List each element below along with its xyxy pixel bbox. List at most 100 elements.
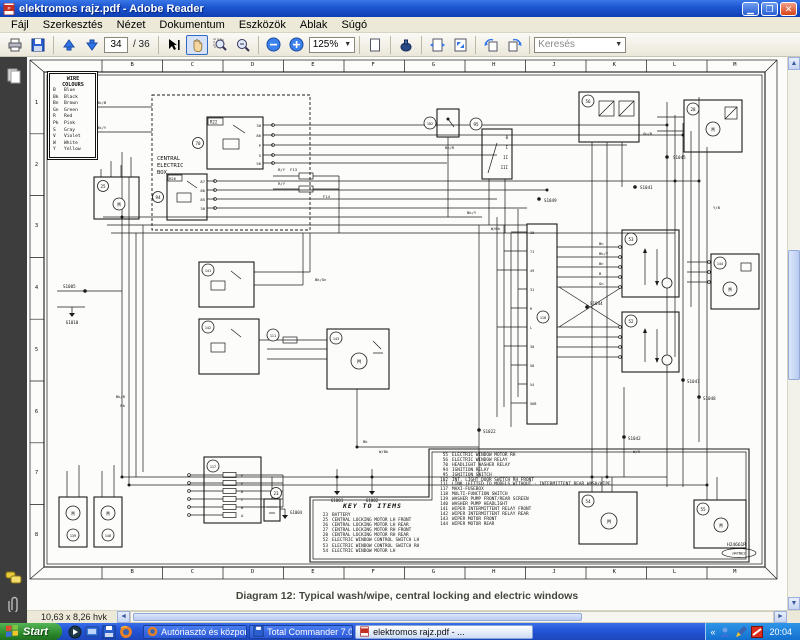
zoom-level-field[interactable]: 125% ▼ [308,36,356,53]
title-bar[interactable]: P elektromos rajz.pdf - Adobe Reader ▁ ❐… [0,0,800,17]
page-number-input[interactable] [104,36,128,53]
fit-width-button[interactable] [426,35,448,55]
svg-text:M: M [728,288,731,294]
close-button[interactable]: ✕ [780,1,797,16]
scroll-down-button[interactable]: ▼ [788,597,800,610]
task-adobe-reader[interactable]: elektromos rajz.pdf - ... [355,624,534,639]
task-firefox[interactable]: Autóriasztó és központi z... [143,624,248,639]
svg-text:P: P [7,6,10,11]
grid-letters-bottom: BCDEFGHJKLM [130,569,737,575]
svg-text:S1022: S1022 [483,429,496,434]
svg-text:56: 56 [256,161,261,166]
media-player-icon[interactable] [68,625,82,639]
document-area[interactable]: CENTRAL ELECTRIC BOX R22 70 30 86 P S 56… [27,57,800,610]
component-102-door-switch: 102 [423,108,460,138]
diagram-caption: Diagram 12: Typical wash/wipe, central l… [235,590,579,602]
scroll-up-button[interactable]: ▲ [788,57,800,70]
svg-text:D: D [241,489,244,494]
svg-text:B: B [599,271,602,276]
pdf-page: CENTRAL ELECTRIC BOX R22 70 30 86 P S 56… [27,57,787,610]
svg-text:I: I [506,145,509,150]
svg-text:117: 117 [210,465,216,469]
system-tray: « 20:04 [705,623,800,640]
messenger-tray-icon[interactable] [719,626,731,638]
single-page-view-button[interactable] [364,35,386,55]
previous-page-button[interactable] [58,35,80,55]
zoom-out-button[interactable] [263,35,285,55]
firefox-task-icon [147,626,158,637]
menu-item[interactable]: Dokumentum [152,18,231,32]
print-button[interactable] [4,35,26,55]
svg-text:R26: R26 [169,176,177,181]
next-page-button[interactable] [81,35,103,55]
zoom-marquee-button[interactable] [209,35,231,55]
zoom-in-button[interactable] [286,35,308,55]
zoom-dropdown-caret-icon[interactable]: ▼ [344,41,351,48]
scroll-left-button[interactable]: ◄ [117,611,131,623]
svg-text:25: 25 [100,184,106,189]
tray-expand-icon[interactable]: « [710,627,715,637]
svg-text:P: P [259,143,262,148]
antivirus-tray-icon[interactable] [751,625,764,638]
component-117-maxi-fusebox: 117 F E D C B A [203,456,262,524]
select-tool-button[interactable] [163,35,185,55]
svg-text:141: 141 [205,269,211,273]
menu-item[interactable]: Szerkesztés [36,18,110,32]
search-input[interactable]: Keresés ▼ [534,36,627,53]
svg-text:86: 86 [200,188,205,193]
diagram-reference: H24661R HAYNES [721,542,757,558]
search-dropdown-caret-icon[interactable]: ▼ [615,41,622,48]
comments-panel-tab[interactable] [5,569,23,587]
menu-item[interactable]: Súgó [334,18,374,32]
hand-tool-button[interactable] [185,34,208,55]
svg-text:70: 70 [195,141,201,146]
vertical-scrollbar[interactable]: ▲ ▼ [787,57,800,610]
task-total-commander[interactable]: Total Commander 7.01 - ... [249,624,354,639]
vertical-scroll-thumb[interactable] [788,250,800,380]
menu-item[interactable]: Eszközök [232,18,293,32]
minimize-button[interactable]: ▁ [742,1,759,16]
horizontal-scroll-thumb[interactable] [133,613,583,621]
menu-item[interactable]: Ablak [293,18,335,32]
svg-text:L: L [530,326,532,330]
menu-item[interactable]: Fájl [4,18,36,32]
svg-text:144: 144 [717,262,723,266]
quick-launch [62,625,139,639]
firefox-icon[interactable] [119,625,133,639]
svg-text:118: 118 [540,316,546,320]
svg-text:53: 53 [628,237,634,242]
pages-panel-tab[interactable] [5,67,23,85]
zoom-level-value: 125% [312,39,339,50]
component-52-window-switch-lh: 52 [621,311,680,373]
total-commander-icon[interactable] [102,625,116,639]
sign-tool-button[interactable] [395,35,417,55]
fit-page-button[interactable] [449,35,471,55]
show-desktop-icon[interactable] [85,625,99,639]
rotate-right-button[interactable] [503,35,525,55]
svg-text:30: 30 [530,345,534,349]
start-button[interactable]: Start [0,623,63,640]
start-button-label: Start [23,625,49,638]
attachments-panel-tab[interactable] [5,595,23,613]
svg-text:52: 52 [628,319,634,324]
relay-70-headlight-washer: R22 70 30 86 P S 56 [192,116,273,170]
rotate-left-button[interactable] [480,35,502,55]
component-141-wiper-relay-front: 141 [198,261,255,308]
svg-text:M: M [71,512,74,518]
svg-text:Bn: Bn [599,241,604,246]
svg-text:Bk: Bk [120,403,125,408]
menu-item[interactable]: Nézet [110,18,153,32]
scroll-right-button[interactable]: ► [774,611,787,623]
zoom-tool-button[interactable] [232,35,254,55]
svg-text:102: 102 [427,122,433,126]
svg-text:0: 0 [506,135,509,140]
pen-tray-icon[interactable] [735,625,748,638]
menu-bar: Fájl Szerkesztés Nézet Dokumentum Eszközök Ab… [0,17,800,33]
horizontal-scrollbar[interactable] [130,611,774,623]
maximize-button[interactable]: ❐ [761,1,778,16]
save-button[interactable] [27,35,49,55]
component-95-ignition-switch: 95 0 I II III [469,117,513,180]
svg-text:III: III [501,165,509,170]
svg-text:Bk: Bk [363,439,368,444]
status-bar: 10,63 x 8,26 hvk ◄ ► [27,610,800,623]
